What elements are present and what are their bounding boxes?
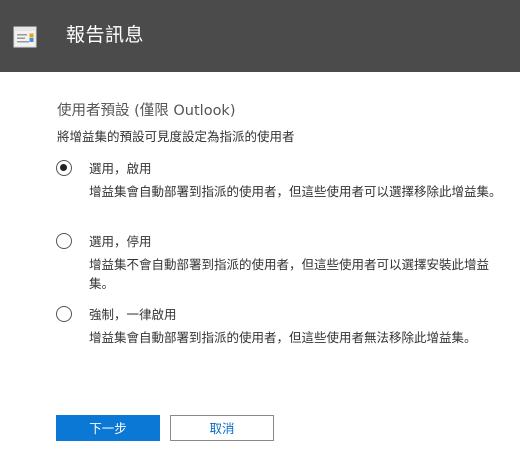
radio-optional-enabled[interactable]	[56, 160, 72, 176]
report-message-icon	[13, 25, 37, 49]
option-optional-disabled[interactable]: 選用，停用 增益集不會自動部署到指派的使用者，但這些使用者可以選擇安裝此增益集。	[56, 233, 506, 293]
option-description: 增益集會自動部署到指派的使用者，但這些使用者無法移除此增益集。	[89, 330, 477, 345]
option-label: 強制，一律啟用	[89, 307, 177, 322]
dialog-title: 報告訊息	[66, 24, 145, 46]
next-button[interactable]: 下一步	[56, 415, 160, 441]
option-mandatory-always-enabled[interactable]: 強制，一律啟用 增益集會自動部署到指派的使用者，但這些使用者無法移除此增益集。	[56, 306, 506, 351]
option-description: 增益集不會自動部署到指派的使用者，但這些使用者可以選擇安裝此增益集。	[89, 257, 490, 291]
option-label: 選用，停用	[89, 234, 152, 249]
dialog-header: 報告訊息	[0, 0, 520, 72]
radio-optional-disabled[interactable]	[56, 233, 72, 249]
section-heading: 使用者預設 (僅限 Outlook)	[57, 103, 236, 119]
section-description: 將增益集的預設可見度設定為指派的使用者	[57, 129, 295, 144]
option-optional-enabled[interactable]: 選用，啟用 增益集會自動部署到指派的使用者，但這些使用者可以選擇移除此增益集。	[56, 160, 506, 220]
cancel-button[interactable]: 取消	[170, 415, 274, 441]
dialog-window: 報告訊息 使用者預設 (僅限 Outlook) 將增益集的預設可見度設定為指派的…	[0, 0, 520, 460]
option-description: 增益集會自動部署到指派的使用者，但這些使用者可以選擇移除此增益集。	[89, 184, 502, 199]
option-label: 選用，啟用	[89, 161, 152, 176]
radio-mandatory-always-enabled[interactable]	[56, 306, 72, 322]
